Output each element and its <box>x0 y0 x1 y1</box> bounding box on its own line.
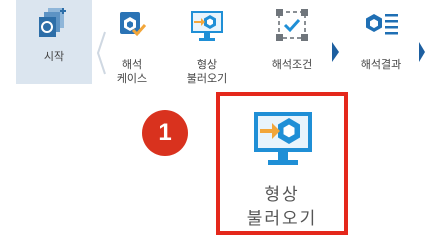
ribbon-toolbar: 시작 해석 케이스 형상 불러오기 해석조건 해석결과 <box>0 0 426 104</box>
tab-load-shape-label2: 불러오기 <box>186 72 228 85</box>
monitor-import-icon <box>191 11 223 41</box>
cube-check-icon <box>120 12 146 37</box>
highlighted-load-shape-button[interactable]: 형상 불러오기 <box>216 92 348 235</box>
step-number-badge: 1 <box>142 110 188 156</box>
condition-frame-icon <box>276 9 308 41</box>
tab-analysis-result-label: 해석결과 <box>360 58 402 71</box>
result-list-icon <box>366 14 398 35</box>
highlighted-label-line2: 불러오기 <box>246 209 318 229</box>
tab-load-shape[interactable]: 형상 불러오기 <box>172 0 242 100</box>
tab-start-label: 시작 <box>43 50 65 63</box>
tab-analysis-condition[interactable]: 해석조건 <box>256 0 328 100</box>
monitor-import-icon <box>254 112 312 165</box>
tab-load-shape-label1: 형상 <box>196 58 218 71</box>
highlighted-label-line1: 형상 <box>264 185 300 205</box>
tab-analysis-case-label1: 해석 <box>121 58 143 71</box>
more-right-chevron-icon[interactable] <box>418 40 426 64</box>
grid-stack-icon <box>39 8 66 37</box>
tab-analysis-condition-label: 해석조건 <box>271 58 313 71</box>
tab-analysis-case-label2: 케이스 <box>116 72 148 85</box>
tab-analysis-case[interactable]: 해석 케이스 <box>104 0 160 100</box>
tab-start[interactable]: 시작 <box>16 0 92 84</box>
expand-right-chevron-icon[interactable] <box>330 40 340 64</box>
tab-analysis-result[interactable]: 해석결과 <box>344 0 418 100</box>
